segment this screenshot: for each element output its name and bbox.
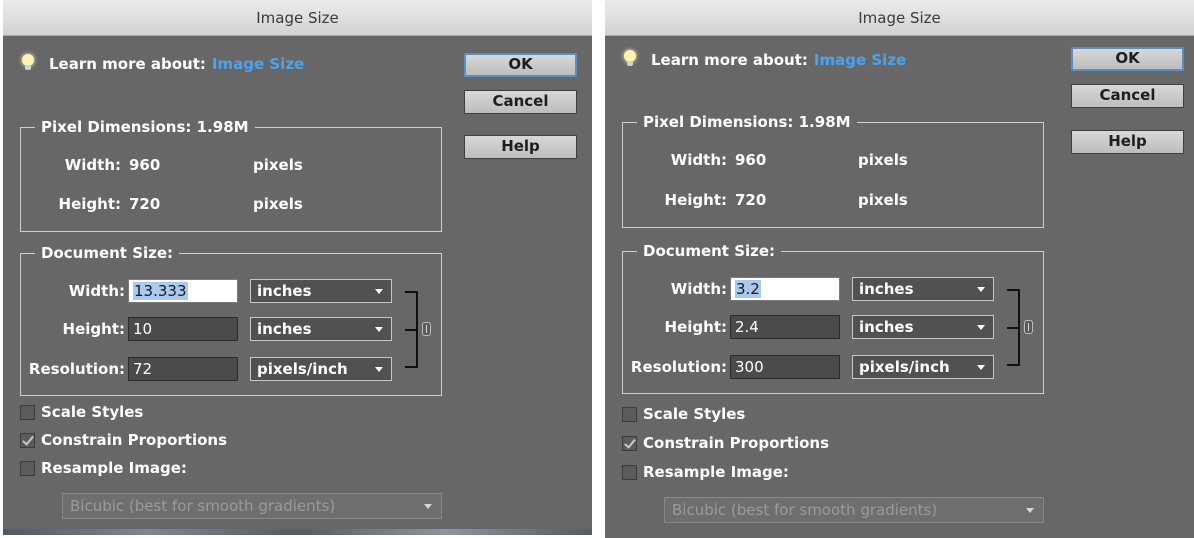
- doc-width-value: 13.333: [133, 282, 188, 300]
- doc-width-value: 3.2: [735, 280, 761, 298]
- resample-image-row[interactable]: Resample Image:: [20, 458, 187, 478]
- pixel-width-label: Width:: [64, 156, 121, 174]
- pixel-height-value: 720: [129, 195, 161, 213]
- cancel-button[interactable]: Cancel: [1071, 84, 1184, 108]
- doc-width-input[interactable]: 13.333: [128, 279, 238, 303]
- pixel-dimensions-group: Pixel Dimensions: 1.98M Width: 960 pixel…: [20, 117, 442, 232]
- help-button[interactable]: Help: [464, 135, 577, 159]
- doc-height-unit: inches: [859, 318, 914, 336]
- doc-width-input[interactable]: 3.2: [730, 277, 840, 301]
- chevron-down-icon: [375, 327, 383, 332]
- doc-height-input[interactable]: 2.4: [730, 315, 840, 339]
- scale-styles-label: Scale Styles: [643, 405, 746, 423]
- pixel-width-value: 960: [129, 156, 161, 174]
- chevron-down-icon: [977, 287, 985, 292]
- pixel-width-unit: pixels: [858, 151, 908, 169]
- background-strip: [3, 529, 592, 535]
- scale-styles-checkbox[interactable]: [622, 406, 637, 422]
- learn-more-row: Learn more about: Image Size: [623, 48, 906, 72]
- scale-styles-row[interactable]: Scale Styles: [622, 404, 745, 424]
- doc-height-unit-select[interactable]: inches: [852, 315, 994, 339]
- chain-link-icon: [1024, 320, 1033, 334]
- resample-image-row[interactable]: Resample Image:: [622, 462, 789, 482]
- chevron-down-icon: [424, 504, 432, 509]
- doc-height-input[interactable]: 10: [128, 317, 238, 341]
- resolution-label: Resolution:: [630, 358, 727, 376]
- resample-method-value: Bicubic (best for smooth gradients): [70, 497, 336, 515]
- constrain-bracket-stub: [1007, 327, 1019, 329]
- scale-styles-checkbox[interactable]: [20, 404, 35, 420]
- image-size-dialog-right: Image Size Learn more about: Image Size …: [605, 0, 1194, 538]
- pixel-height-unit: pixels: [253, 195, 303, 213]
- cancel-button[interactable]: Cancel: [464, 90, 577, 114]
- help-button[interactable]: Help: [1071, 130, 1184, 154]
- learn-more-link[interactable]: Image Size: [814, 51, 906, 69]
- pixel-dimensions-group: Pixel Dimensions: 1.98M Width: 960 pixel…: [622, 112, 1044, 228]
- document-size-group: Document Size: Width: 3.2 inches Height:…: [622, 241, 1044, 394]
- lightbulb-icon: [623, 49, 637, 71]
- resolution-unit-select[interactable]: pixels/inch: [852, 355, 994, 379]
- chain-link-icon: [422, 322, 431, 336]
- chevron-down-icon: [977, 365, 985, 370]
- chevron-down-icon: [1026, 508, 1034, 513]
- dialog-title: Image Size: [3, 0, 592, 36]
- constrain-proportions-label: Constrain Proportions: [41, 431, 228, 449]
- doc-width-label: Width:: [670, 280, 727, 298]
- resolution-unit: pixels/inch: [257, 360, 348, 378]
- constrain-proportions-checkbox[interactable]: [20, 432, 35, 448]
- resample-image-checkbox[interactable]: [622, 464, 637, 480]
- pixel-width-unit: pixels: [253, 156, 303, 174]
- resolution-input[interactable]: 300: [730, 355, 840, 379]
- chevron-down-icon: [375, 367, 383, 372]
- learn-more-label: Learn more about:: [651, 51, 808, 69]
- resample-method-value: Bicubic (best for smooth gradients): [672, 501, 938, 519]
- chevron-down-icon: [375, 289, 383, 294]
- pixel-height-label: Height:: [58, 195, 121, 213]
- doc-width-label: Width:: [68, 282, 125, 300]
- resolution-unit-select[interactable]: pixels/inch: [250, 357, 392, 381]
- ok-button[interactable]: OK: [1071, 47, 1184, 71]
- resolution-input[interactable]: 72: [128, 357, 238, 381]
- image-size-dialog-left: Image Size Learn more about: Image Size …: [3, 0, 592, 535]
- doc-height-unit-select[interactable]: inches: [250, 317, 392, 341]
- doc-height-label: Height:: [664, 318, 727, 336]
- doc-width-unit-select[interactable]: inches: [852, 277, 994, 301]
- learn-more-row: Learn more about: Image Size: [21, 52, 304, 76]
- resample-method-select[interactable]: Bicubic (best for smooth gradients): [664, 497, 1044, 523]
- resample-image-label: Resample Image:: [643, 463, 789, 481]
- pixel-width-label: Width:: [670, 151, 727, 169]
- ok-button[interactable]: OK: [464, 53, 577, 77]
- pixel-dimensions-legend: Pixel Dimensions: 1.98M: [35, 117, 255, 137]
- pixel-width-value: 960: [735, 151, 767, 169]
- document-size-legend: Document Size:: [35, 243, 180, 263]
- document-size-legend: Document Size:: [637, 241, 782, 261]
- learn-more-label: Learn more about:: [49, 55, 206, 73]
- doc-width-unit-select[interactable]: inches: [250, 279, 392, 303]
- resample-method-select[interactable]: Bicubic (best for smooth gradients): [62, 493, 442, 519]
- pixel-height-value: 720: [735, 191, 767, 209]
- doc-width-unit: inches: [257, 282, 312, 300]
- doc-height-label: Height:: [62, 320, 125, 338]
- learn-more-link[interactable]: Image Size: [212, 55, 304, 73]
- constrain-bracket-stub: [405, 329, 417, 331]
- pixel-height-label: Height:: [664, 191, 727, 209]
- pixel-dimensions-legend: Pixel Dimensions: 1.98M: [637, 112, 857, 132]
- document-size-group: Document Size: Width: 13.333 inches Heig…: [20, 243, 442, 396]
- scale-styles-label: Scale Styles: [41, 403, 144, 421]
- resample-image-checkbox[interactable]: [20, 460, 35, 476]
- constrain-proportions-label: Constrain Proportions: [643, 434, 830, 452]
- constrain-proportions-row[interactable]: Constrain Proportions: [20, 430, 227, 450]
- constrain-proportions-checkbox[interactable]: [622, 435, 637, 451]
- constrain-proportions-row[interactable]: Constrain Proportions: [622, 433, 829, 453]
- doc-height-unit: inches: [257, 320, 312, 338]
- scale-styles-row[interactable]: Scale Styles: [20, 402, 143, 422]
- chevron-down-icon: [977, 325, 985, 330]
- lightbulb-icon: [21, 53, 35, 75]
- doc-width-unit: inches: [859, 280, 914, 298]
- pixel-height-unit: pixels: [858, 191, 908, 209]
- resample-image-label: Resample Image:: [41, 459, 187, 477]
- dialog-title: Image Size: [605, 0, 1194, 36]
- resolution-label: Resolution:: [28, 360, 125, 378]
- resolution-unit: pixels/inch: [859, 358, 950, 376]
